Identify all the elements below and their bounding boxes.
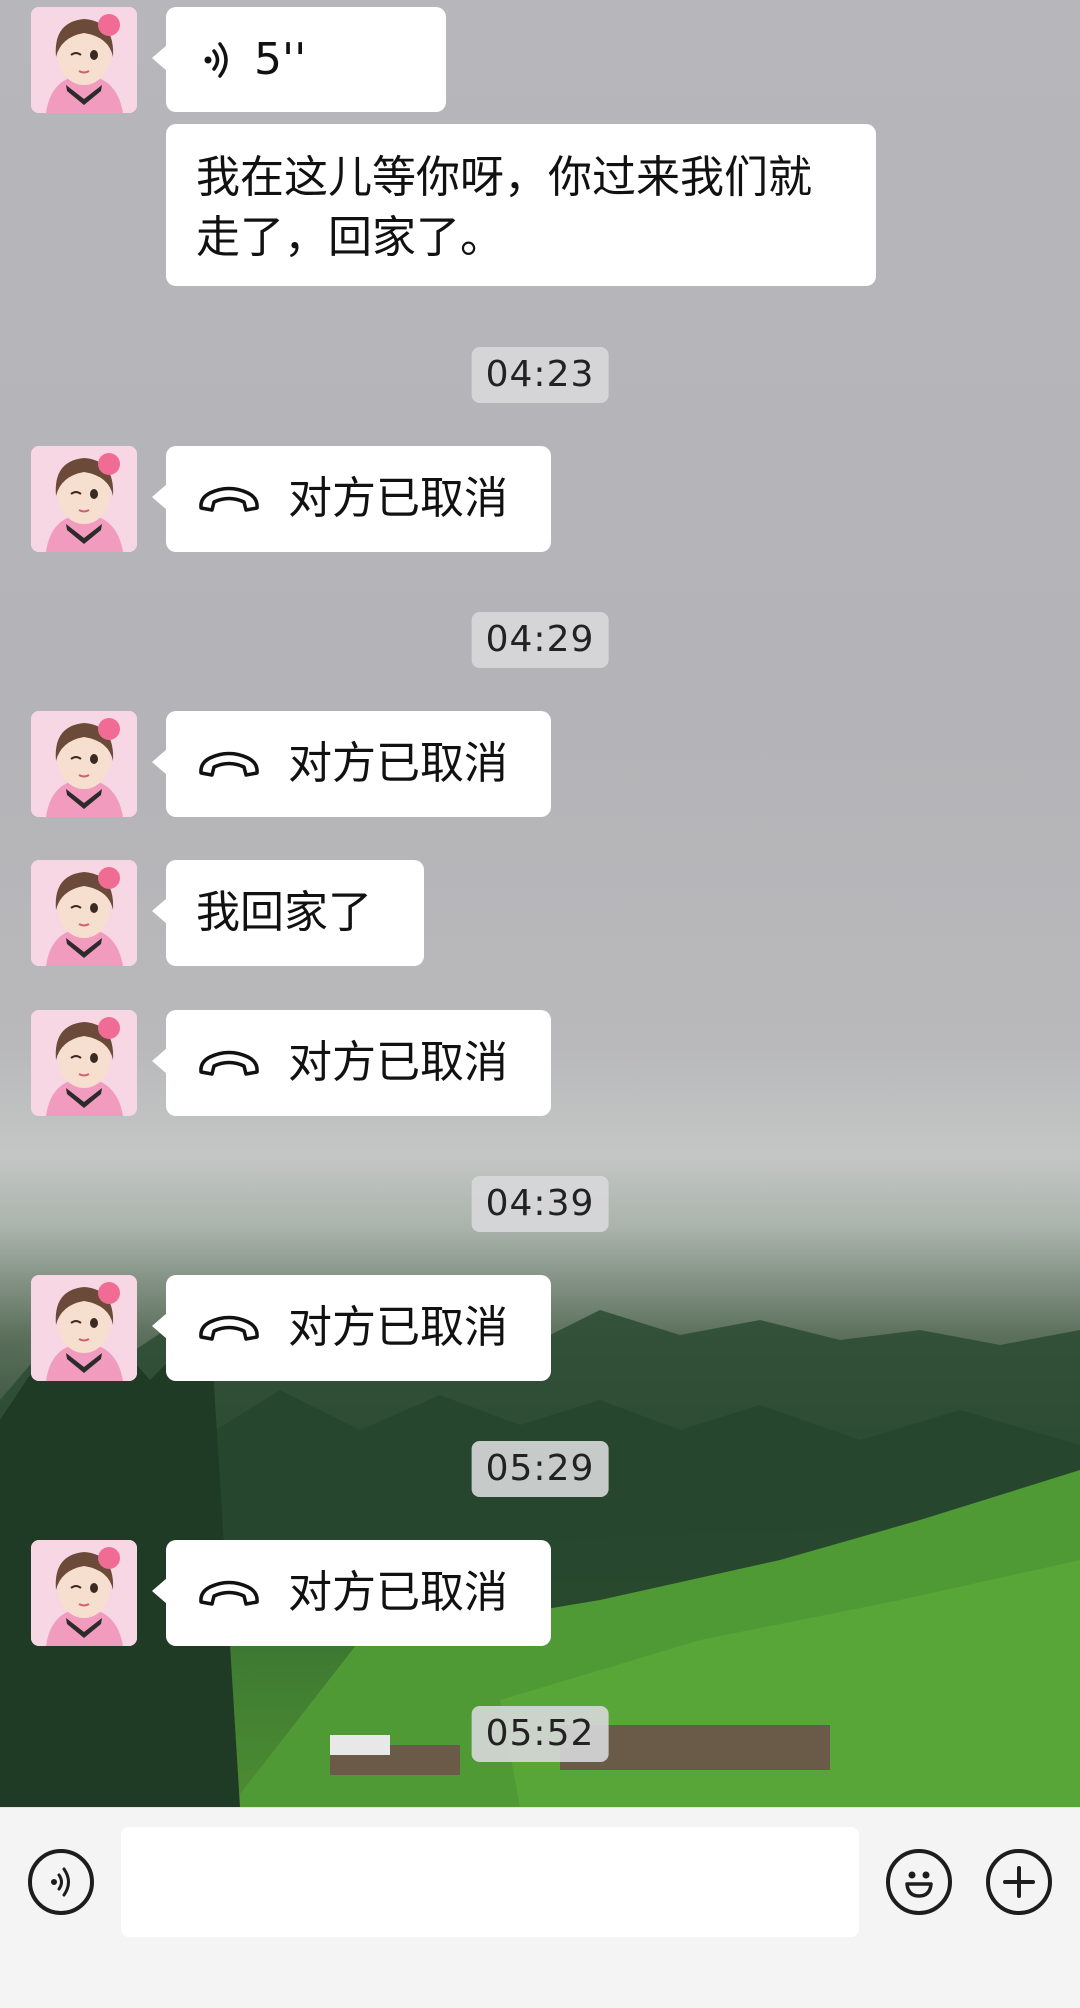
more-functions-button[interactable] <box>986 1849 1052 1915</box>
chat-area[interactable]: 5'' 我在这儿等你呀，你过来我们就走了，回家了。 04:23 对方已取消 04… <box>0 0 1080 1807</box>
phone-hangup-icon <box>199 486 259 512</box>
timestamp: 05:52 <box>471 1706 609 1762</box>
emoji-button[interactable] <box>886 1849 952 1915</box>
timestamp: 04:39 <box>471 1176 609 1232</box>
message-text: 我回家了 <box>196 887 372 938</box>
contact-avatar[interactable] <box>31 860 137 966</box>
timestamp: 04:29 <box>471 612 609 668</box>
call-status-text: 对方已取消 <box>288 738 508 789</box>
avatar-image <box>31 446 137 552</box>
avatar-image <box>31 711 137 817</box>
phone-hangup-icon <box>199 751 259 777</box>
contact-avatar[interactable] <box>31 1275 137 1381</box>
voice-wave-icon <box>204 41 228 78</box>
call-message-bubble[interactable]: 对方已取消 <box>152 446 551 552</box>
call-message-bubble[interactable]: 对方已取消 <box>152 1540 551 1646</box>
avatar-image <box>31 860 137 966</box>
message-input[interactable] <box>121 1827 859 1937</box>
phone-hangup-icon <box>199 1050 259 1076</box>
call-message-bubble[interactable]: 对方已取消 <box>152 1010 551 1116</box>
call-message-bubble[interactable]: 对方已取消 <box>152 711 551 817</box>
contact-avatar[interactable] <box>31 1010 137 1116</box>
contact-avatar[interactable] <box>31 7 137 113</box>
contact-avatar[interactable] <box>31 1540 137 1646</box>
phone-hangup-icon <box>199 1315 259 1341</box>
call-message-bubble[interactable]: 对方已取消 <box>152 1275 551 1381</box>
voice-input-icon <box>51 1867 70 1897</box>
voice-message-bubble[interactable]: 5'' <box>152 7 446 112</box>
avatar-image <box>31 1010 137 1116</box>
avatar-image <box>31 7 137 113</box>
call-status-text: 对方已取消 <box>288 1302 508 1353</box>
message-text: 我在这儿等你呀，你过来我们就走了，回家了。 <box>196 152 812 263</box>
timestamp: 05:29 <box>471 1441 609 1497</box>
avatar-image <box>31 1275 137 1381</box>
call-status-text: 对方已取消 <box>288 1037 508 1088</box>
call-status-text: 对方已取消 <box>288 1567 508 1618</box>
phone-hangup-icon <box>199 1580 259 1606</box>
voice-input-button[interactable] <box>28 1849 94 1915</box>
timestamp: 04:23 <box>471 347 609 403</box>
input-bar <box>0 1807 1080 2008</box>
contact-avatar[interactable] <box>31 711 137 817</box>
plus-icon <box>1003 1866 1035 1898</box>
emoji-icon <box>905 1871 933 1898</box>
voice-duration: 5'' <box>254 33 307 85</box>
text-message-bubble[interactable]: 我回家了 <box>152 860 424 966</box>
contact-avatar[interactable] <box>31 446 137 552</box>
avatar-image <box>31 1540 137 1646</box>
call-status-text: 对方已取消 <box>288 473 508 524</box>
text-message-bubble[interactable]: 我在这儿等你呀，你过来我们就走了，回家了。 <box>166 124 876 286</box>
